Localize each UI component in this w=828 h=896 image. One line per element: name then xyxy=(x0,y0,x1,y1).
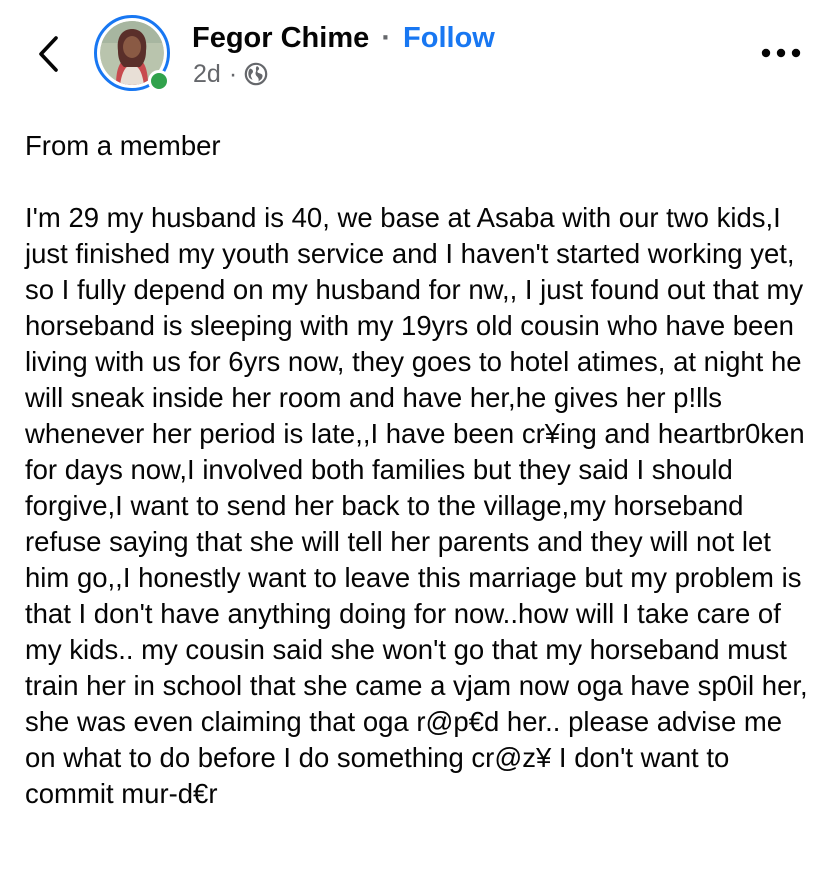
back-button[interactable] xyxy=(30,30,66,78)
post-meta: 2d · xyxy=(193,58,268,90)
post-header: Fegor Chime · Follow 2d · xyxy=(0,0,828,110)
author-avatar[interactable] xyxy=(94,15,176,97)
post-content: From a member I'm 29 my husband is 40, w… xyxy=(25,128,815,812)
author-line: Fegor Chime · Follow xyxy=(192,18,495,58)
follow-button[interactable]: Follow xyxy=(403,22,495,54)
name-separator: · xyxy=(381,22,391,54)
more-horizontal-icon xyxy=(761,48,801,58)
post-body-text: I'm 29 my husband is 40, we base at Asab… xyxy=(25,202,808,809)
globe-icon[interactable] xyxy=(244,62,268,86)
author-name[interactable]: Fegor Chime xyxy=(192,22,369,54)
chevron-left-icon xyxy=(39,36,58,72)
meta-separator: · xyxy=(228,60,238,88)
more-options-button[interactable] xyxy=(758,38,804,68)
post-timestamp[interactable]: 2d xyxy=(193,58,221,90)
post-intro: From a member xyxy=(25,130,221,161)
online-status-indicator xyxy=(148,70,170,92)
